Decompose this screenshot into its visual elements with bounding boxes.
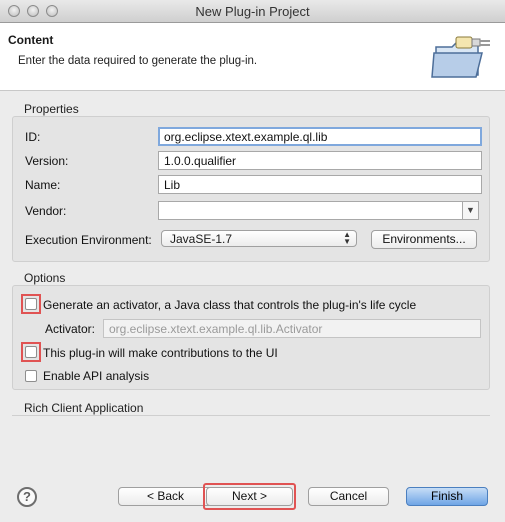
next-button[interactable]: Next >	[206, 487, 293, 506]
dropdown-arrow-icon: ▼	[466, 205, 475, 215]
name-label: Name:	[25, 178, 61, 192]
back-button[interactable]: < Back	[118, 487, 213, 506]
vendor-combo[interactable]	[158, 201, 463, 220]
help-icon[interactable]: ?	[17, 487, 37, 507]
stepper-arrows-icon: ▲ ▼	[343, 230, 351, 246]
options-group-label: Options	[24, 271, 66, 285]
exec-env-label: Execution Environment:	[25, 233, 152, 247]
exec-env-value: JavaSE-1.7	[170, 232, 233, 246]
activator-label: Activator:	[45, 322, 96, 336]
name-field[interactable]	[158, 175, 482, 194]
ui-contributions-checkbox[interactable]	[25, 346, 37, 358]
cancel-button[interactable]: Cancel	[308, 487, 389, 506]
page-description: Enter the data required to generate the …	[18, 55, 258, 67]
api-analysis-label: Enable API analysis	[43, 369, 150, 383]
finish-button[interactable]: Finish	[406, 487, 488, 506]
window-title: New Plug-in Project	[195, 4, 310, 19]
vendor-dropdown-button[interactable]: ▼	[462, 201, 479, 220]
version-label: Version:	[25, 154, 69, 168]
properties-group-label: Properties	[24, 102, 79, 116]
title-bar: New Plug-in Project	[0, 0, 505, 23]
rich-client-group-label: Rich Client Application	[24, 401, 144, 415]
generate-activator-label: Generate an activator, a Java class that…	[43, 298, 417, 312]
exec-env-select[interactable]: JavaSE-1.7 ▲ ▼	[161, 230, 357, 247]
page-title: Content	[8, 33, 54, 47]
activator-field[interactable]	[103, 319, 481, 338]
version-field[interactable]	[158, 151, 482, 170]
id-label: ID:	[25, 130, 41, 144]
id-field[interactable]	[158, 127, 482, 146]
rich-client-divider	[12, 415, 490, 416]
environments-button[interactable]: Environments...	[371, 230, 477, 249]
ui-contributions-label: This plug-in will make contributions to …	[43, 346, 278, 360]
wizard-banner-icon	[431, 36, 490, 78]
vendor-label: Vendor:	[25, 204, 67, 218]
api-analysis-checkbox[interactable]	[25, 370, 37, 382]
generate-activator-checkbox[interactable]	[25, 298, 37, 310]
